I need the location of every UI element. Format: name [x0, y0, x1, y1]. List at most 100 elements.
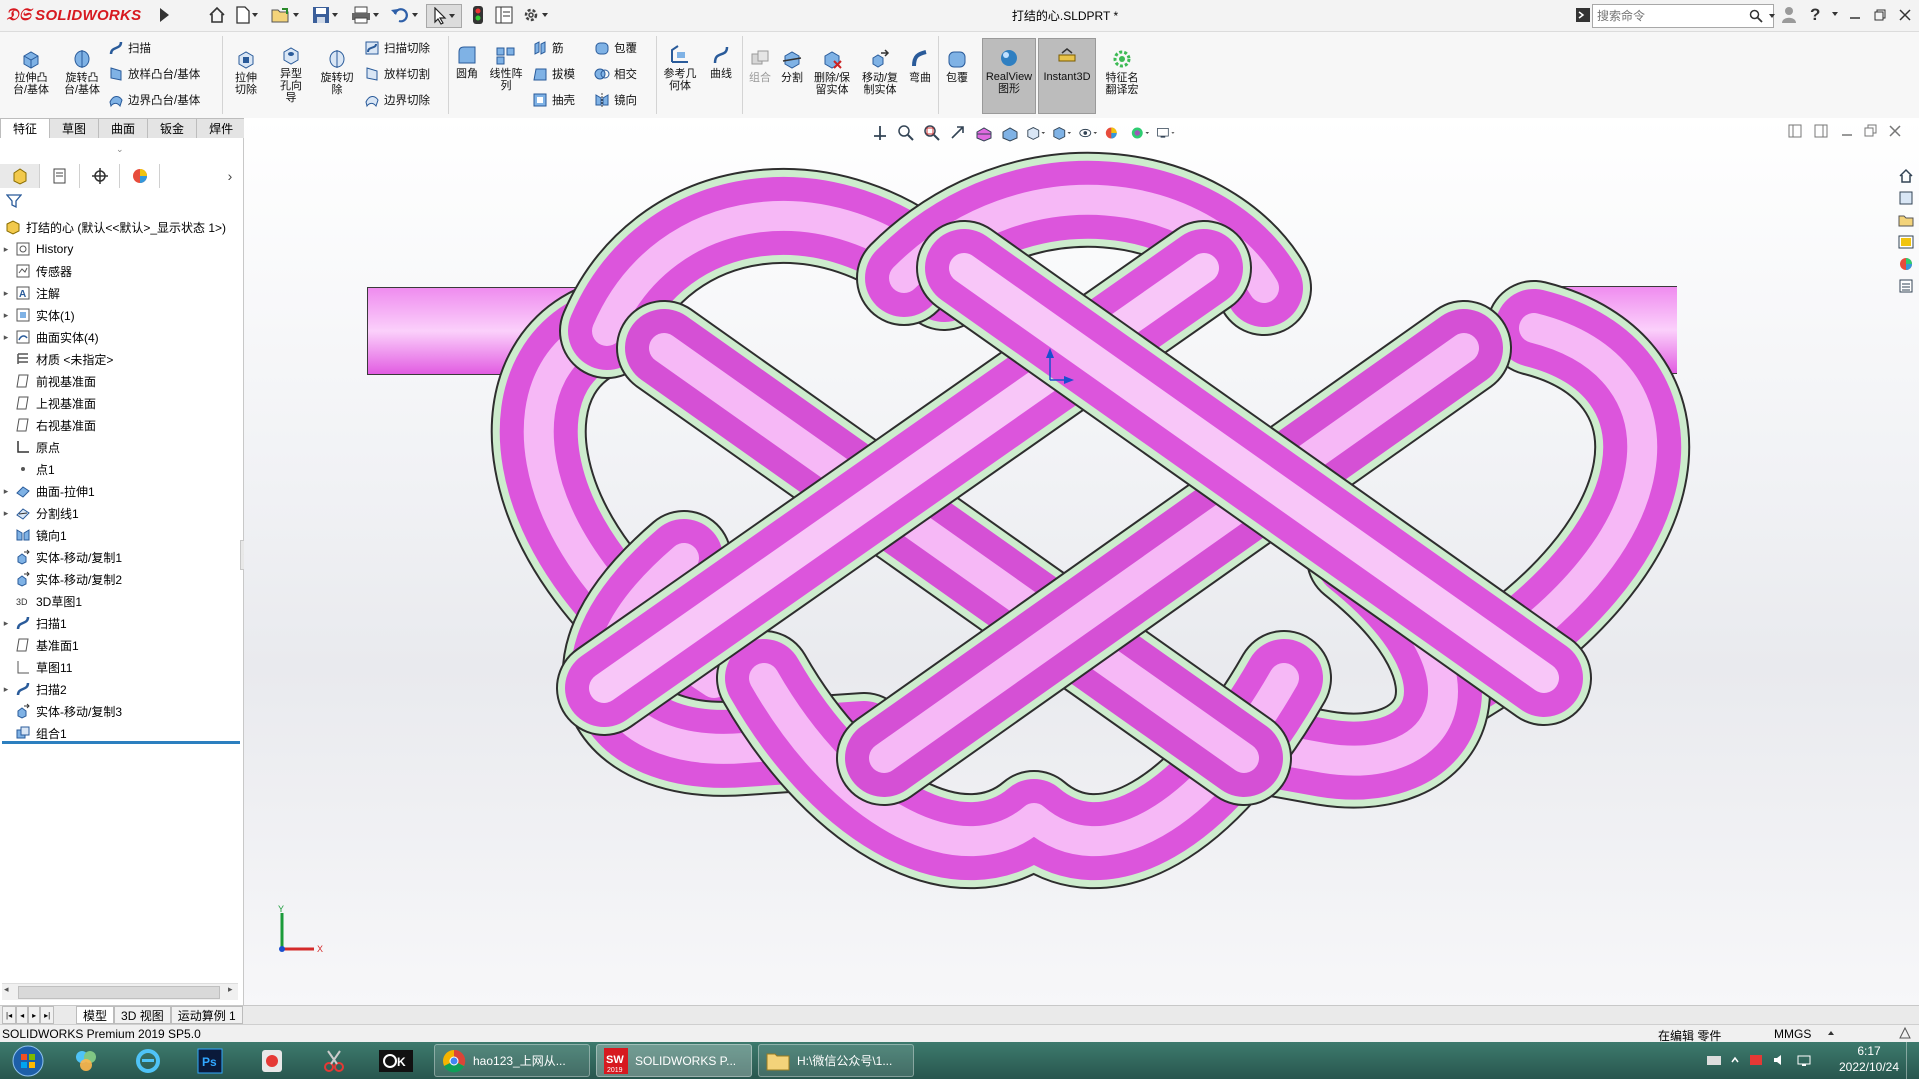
split-button[interactable]: 分割 [778, 48, 806, 84]
bottom-tab-1[interactable]: 3D 视图 [114, 1006, 171, 1024]
doc-restore-icon[interactable] [1864, 124, 1878, 138]
tree-item[interactable]: ▸ 曲面实体(4) [0, 326, 240, 348]
curves-button[interactable]: 曲线 [704, 44, 738, 80]
taskbar-clock[interactable]: 6:17 2022/10/24 [1838, 1043, 1900, 1075]
expand-arrow-icon[interactable]: ▸ [0, 332, 12, 343]
view-orientation-dropdown-icon[interactable] [1026, 123, 1046, 143]
flex-button[interactable]: 弯曲 [906, 48, 934, 84]
status-info-icon[interactable] [1898, 1026, 1912, 1040]
tree-item[interactable]: ▸ A 注解 [0, 282, 240, 304]
reference-geometry-button[interactable]: 参考几何体 [660, 44, 700, 92]
dynamic-annotation-icon[interactable] [1000, 123, 1020, 143]
command-search-box[interactable] [1592, 4, 1775, 28]
hole-wizard-button[interactable]: 异型孔向导 [268, 44, 314, 104]
tree-item[interactable]: 实体-移动/复制1 [0, 546, 240, 568]
show-desktop-button[interactable] [1906, 1042, 1919, 1079]
tree-item[interactable]: 前视基准面 [0, 370, 240, 392]
display-manager-tab[interactable] [120, 164, 160, 188]
open-icon[interactable] [268, 4, 302, 26]
start-button-icon[interactable] [4, 1044, 52, 1077]
bottom-tab-2[interactable]: 运动算例 1 [170, 1006, 243, 1024]
tab-scroll-arrows[interactable]: |◂ ◂ ▸ ▸| [2, 1006, 72, 1024]
expand-arrow-icon[interactable]: ▸ [0, 486, 12, 497]
tree-item[interactable]: 点1 [0, 458, 240, 480]
design-library-icon[interactable] [1896, 188, 1916, 208]
search-input[interactable] [1593, 8, 1749, 24]
solidworks-logo[interactable]: 𝔇𝔖 SOLIDWORKS [6, 2, 156, 28]
expand-arrow-icon[interactable]: ▸ [0, 288, 12, 299]
antivirus-icon[interactable] [1748, 1053, 1764, 1067]
select-icon[interactable] [426, 4, 462, 28]
tree-root[interactable]: 打结的心 (默认<<默认>_显示状态 1>) [0, 216, 240, 238]
close-icon[interactable] [1895, 5, 1915, 25]
tree-item[interactable]: 3D 3D草图1 [0, 590, 240, 612]
new-file-icon[interactable] [232, 4, 262, 26]
taskbar-window-button[interactable]: H:\微信公众号\1... [758, 1044, 914, 1077]
knotted-heart-model[interactable]: Y X [244, 118, 1919, 1005]
command-search-mode-icon[interactable] [1575, 6, 1591, 24]
expand-arrow-icon[interactable]: ▸ [0, 244, 12, 255]
minimize-icon[interactable] [1845, 5, 1865, 25]
tab-command-2[interactable]: 曲面 [99, 118, 149, 139]
edit-appearance-icon[interactable] [1104, 123, 1124, 143]
tree-item[interactable]: 实体-移动/复制2 [0, 568, 240, 590]
tab-command-1[interactable]: 草图 [50, 118, 100, 139]
delete-keep-body-button[interactable]: 删除/保留实体 [810, 48, 854, 96]
scrollbar-thumb[interactable] [18, 986, 220, 999]
expand-arrow-icon[interactable]: ▸ [0, 684, 12, 695]
tree-item[interactable]: ▸ 曲面-拉伸1 [0, 480, 240, 502]
restore-icon[interactable] [1870, 5, 1890, 25]
tile-right-icon[interactable] [1814, 124, 1828, 138]
tree-item[interactable]: 镜向1 [0, 524, 240, 546]
tree-item[interactable]: ▸ 实体(1) [0, 304, 240, 326]
display-style-icon[interactable] [1052, 123, 1072, 143]
bottom-tab-0[interactable]: 模型 [76, 1006, 115, 1024]
media-player-icon[interactable] [250, 1044, 294, 1077]
taskbar-window-button[interactable]: hao123_上网从... [434, 1044, 590, 1077]
home-icon[interactable] [205, 4, 229, 26]
boundary-cut-button[interactable]: 边界切除 [364, 90, 430, 110]
file-explorer-icon[interactable] [1896, 210, 1916, 230]
units-selector[interactable]: MMGS [1774, 1027, 1811, 1041]
hide-show-items-icon[interactable] [1078, 123, 1098, 143]
wrap2-button[interactable]: 包覆 [942, 48, 972, 84]
zoom-to-fit-icon[interactable] [896, 123, 916, 143]
combine-button[interactable]: 组合 [746, 48, 774, 84]
tree-item[interactable]: ▸ 分割线1 [0, 502, 240, 524]
chevron-right-icon[interactable]: › [220, 164, 240, 188]
view-settings-icon[interactable] [1156, 123, 1176, 143]
panel-resize-grip[interactable]: ⌄ [116, 144, 124, 155]
first-tab-icon[interactable]: |◂ [2, 1006, 17, 1024]
tree-item[interactable]: ▸ History [0, 238, 240, 260]
tree-item[interactable]: 实体-移动/复制3 [0, 700, 240, 722]
snipping-tool-icon[interactable] [312, 1044, 356, 1077]
search-icon[interactable] [1749, 9, 1763, 23]
extrude-boss-button[interactable]: 拉伸凸台/基体 [6, 48, 56, 96]
doc-close-icon[interactable] [1888, 124, 1902, 138]
linear-pattern-button[interactable]: 线性阵列 [486, 44, 526, 92]
sweep-button[interactable]: 扫描 [108, 38, 151, 58]
video-recorder-icon[interactable]: K [374, 1044, 418, 1077]
graphics-area[interactable]: Y X [244, 118, 1919, 1005]
move-copy-body-button[interactable]: 移动/复制实体 [858, 48, 902, 96]
revolve-boss-button[interactable]: 旋转凸台/基体 [57, 48, 107, 96]
boundary-boss-button[interactable]: 边界凸台/基体 [108, 90, 200, 110]
options-icon[interactable] [518, 4, 552, 26]
help-icon[interactable]: ? [1810, 5, 1820, 25]
configuration-manager-tab[interactable] [80, 164, 120, 188]
property-manager-tab[interactable] [40, 164, 80, 188]
units-dropdown-icon[interactable] [1828, 1031, 1834, 1035]
next-tab-icon[interactable]: ▸ [28, 1006, 41, 1024]
feature-manager-tab[interactable] [0, 164, 40, 188]
view-orientation-icon[interactable] [870, 123, 890, 143]
tree-item[interactable]: 右视基准面 [0, 414, 240, 436]
zoom-to-area-icon[interactable] [922, 123, 942, 143]
expand-arrow-icon[interactable]: ▸ [0, 310, 12, 321]
draft-button[interactable]: 拔模 [532, 64, 575, 84]
prev-tab-icon[interactable]: ◂ [16, 1006, 29, 1024]
ie-browser-icon[interactable] [126, 1044, 170, 1077]
scroll-left-icon[interactable]: ◂ [4, 984, 9, 995]
last-tab-icon[interactable]: ▸| [40, 1006, 55, 1024]
wrap-button[interactable]: 包覆 [594, 38, 637, 58]
tree-item[interactable]: 上视基准面 [0, 392, 240, 414]
